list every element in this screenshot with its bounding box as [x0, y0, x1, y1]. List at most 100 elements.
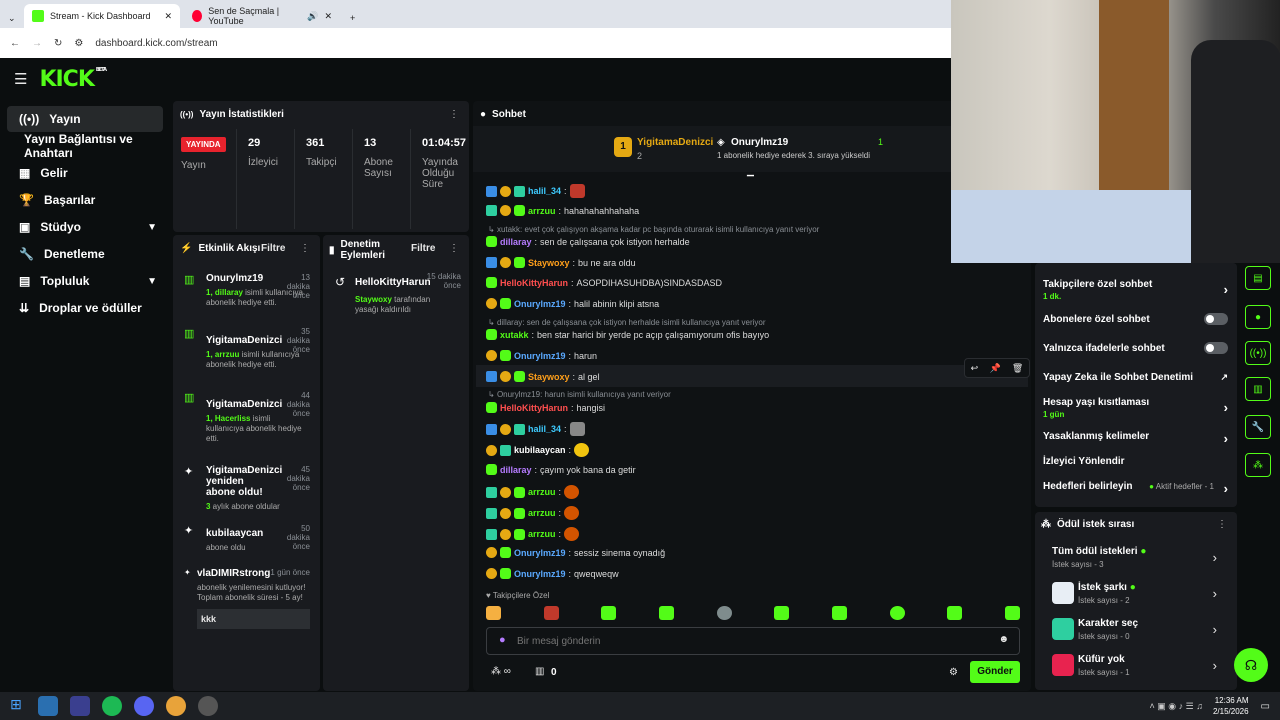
chat-message[interactable]: xutakk: ben star harici bir yerde pc açıp… [486, 329, 769, 340]
filter-button[interactable]: Filtre [261, 243, 285, 254]
layout-icon[interactable]: ▥ [1245, 377, 1271, 401]
emote-icon[interactable] [716, 606, 732, 620]
chat-message[interactable]: halil_34: [486, 184, 585, 198]
chat-message[interactable]: dillaray: sen de çalışsana çok istiyon he… [486, 236, 690, 247]
kick-logo[interactable]: KICK BETA [39, 67, 107, 92]
kebab-menu-icon[interactable]: ⋮ [300, 243, 310, 254]
setting-banned-words[interactable]: Yasaklanmış kelimeler › [1043, 431, 1228, 446]
sidebar-item-droplar[interactable]: ⇊ Droplar ve ödüller [7, 295, 163, 321]
chat-message[interactable]: HelloKittyHarun: hangisi [486, 402, 605, 413]
delete-icon[interactable]: 🗑 [1012, 363, 1023, 374]
emote-icon[interactable] [601, 606, 617, 620]
sidebar-item-studyo[interactable]: ▣ Stüdyo ▼ [7, 214, 163, 240]
chat-icon[interactable]: ● [1245, 305, 1271, 329]
speaker-icon[interactable]: 🔊 [307, 11, 318, 22]
sidebar-item-topluluk[interactable]: ▤ Topluluk ▼ [7, 268, 163, 294]
tab-kick-dashboard[interactable]: Stream - Kick Dashboard ✕ [24, 4, 180, 28]
chat-input[interactable] [517, 632, 987, 650]
back-icon[interactable]: ← [10, 38, 20, 49]
tab-search-button[interactable]: ⌄ [0, 6, 24, 30]
toggle-switch[interactable] [1204, 342, 1228, 354]
sidebar-item-gelir[interactable]: ▦ Gelir [7, 160, 163, 186]
discord-icon[interactable] [134, 696, 154, 716]
chat-message[interactable]: dillaray: çayım yok bana da getir [486, 464, 636, 475]
collapse-icon[interactable]: ▁ [747, 166, 754, 177]
reward-item-all[interactable]: Tüm ödül istekleri ● İstek sayısı - 3 › [1052, 546, 1217, 569]
chat-message[interactable]: arrzuu: hahahahahhahaha [486, 205, 639, 216]
kebab-menu-icon[interactable]: ⋮ [1217, 519, 1227, 530]
toggle-switch[interactable] [1204, 313, 1228, 325]
settings-icon[interactable]: ⚙ [949, 667, 958, 678]
kebab-menu-icon[interactable]: ⋮ [449, 109, 459, 120]
setting-account-age[interactable]: Hesap yaşı kısıtlaması 1 gün › [1043, 397, 1228, 419]
chat-message[interactable]: arrzuu: [486, 485, 580, 499]
windows-start-icon[interactable]: ⊞ [6, 696, 26, 716]
filter-button[interactable]: Filtre [411, 243, 435, 254]
chat-message[interactable]: Onurylmz19: sessiz sinema oynadığ [486, 547, 665, 558]
chat-message[interactable]: Onurylmz19: harun [486, 350, 597, 361]
system-tray-icons[interactable]: ˄ ▣ ◉ ♪ ☰ ♫ [1150, 701, 1203, 712]
reply-icon[interactable]: ↩ [971, 363, 979, 374]
chat-message[interactable]: Onurylmz19: qweqweqw [486, 568, 619, 579]
emote-icon[interactable] [658, 606, 674, 620]
sidebar-item-denetleme[interactable]: 🔧 Denetleme [7, 241, 163, 267]
setting-follower-only[interactable]: Takipçilere özel sohbet 1 dk. › [1043, 279, 1228, 301]
setting-ai-moderation[interactable]: Yapay Zeka ile Sohbet Denetimi ↗ [1043, 372, 1228, 383]
setting-sub-only[interactable]: Abonelere özel sohbet [1043, 313, 1228, 325]
chevron-right-icon: › [1212, 658, 1217, 673]
reward-item-song[interactable]: İstek şarkı ● İstek sayısı - 2 › [1052, 582, 1217, 605]
emoji-icon[interactable]: ☻ [998, 634, 1009, 645]
sidebar-item-basarilar[interactable]: 🏆 Başarılar [7, 187, 163, 213]
chat-message[interactable]: Onurylmz19: halil abinin klipi atsna [486, 298, 659, 309]
emote-icon[interactable] [1004, 606, 1020, 620]
emote-icon[interactable] [889, 606, 905, 620]
microphone-icon[interactable]: ● [499, 634, 506, 646]
reward-icon[interactable]: ⁂ [1245, 453, 1271, 477]
support-icon[interactable]: ☊ [1234, 648, 1268, 682]
sidebar-item-yayin[interactable]: ((•)) Yayın [7, 106, 163, 132]
gift-icon[interactable]: ▥ [535, 666, 544, 677]
wrench-icon[interactable]: 🔧 [1245, 415, 1271, 439]
clock[interactable]: 12:36 AM 2/15/2026 [1213, 695, 1249, 717]
close-icon[interactable]: ✕ [164, 11, 172, 22]
pin-icon[interactable]: 📌 [989, 363, 1000, 374]
emote-icon[interactable] [486, 606, 501, 620]
reload-icon[interactable]: ↻ [54, 38, 62, 49]
forward-icon[interactable]: → [32, 38, 42, 49]
emote-icon[interactable] [831, 606, 847, 620]
emote-icon[interactable] [947, 606, 963, 620]
setting-goals[interactable]: Hedefleri belirleyin ● Aktif hedefler - 1… [1043, 481, 1228, 496]
site-info-icon[interactable]: ⚙ [74, 38, 83, 49]
reward-item-character[interactable]: Karakter seç İstek sayısı - 0 › [1052, 618, 1217, 641]
url-field[interactable]: dashboard.kick.com/stream [95, 38, 217, 49]
chat-message[interactable]: HelloKittyHarun: ASOPDIHASUHDBA)SINDASDAS… [486, 277, 722, 288]
spotify-icon[interactable] [102, 696, 122, 716]
obs-icon[interactable] [198, 696, 218, 716]
send-button[interactable]: Gönder [970, 661, 1020, 683]
chat-message[interactable]: Staywoxy: bu ne ara oldu [486, 257, 636, 268]
message-actions: ↩ 📌 🗑 [964, 358, 1030, 378]
setting-redirect-viewers[interactable]: İzleyici Yönlendir [1043, 456, 1228, 467]
menu-icon[interactable]: ☰ [14, 70, 27, 88]
tab-youtube[interactable]: Sen de Saçmala | YouTube 🔊 ✕ [184, 4, 340, 28]
close-icon[interactable]: ✕ [324, 11, 332, 22]
notes-icon[interactable]: ▤ [1245, 266, 1271, 290]
kebab-menu-icon[interactable]: ⋮ [449, 243, 459, 254]
notification-icon[interactable]: ▭ [1261, 701, 1270, 712]
chat-message[interactable]: arrzuu: [486, 527, 580, 541]
emote-icon[interactable] [543, 606, 559, 620]
emote-icon[interactable] [774, 606, 790, 620]
chat-message[interactable]: kubilaaycan: [486, 443, 590, 457]
chat-message[interactable]: halil_34: [486, 422, 585, 436]
app-icon[interactable] [70, 696, 90, 716]
chat-message[interactable]: Staywoxy: al gel [486, 371, 600, 382]
sidebar-item-stream-key[interactable]: Yayın Bağlantısı ve Anahtarı [7, 132, 163, 160]
reward-item-no-swear[interactable]: Küfür yok İstek sayısı - 1 › [1052, 654, 1217, 677]
chrome-icon[interactable] [166, 696, 186, 716]
channel-points-icon[interactable]: ⁂ ∞ [491, 666, 511, 677]
new-tab-button[interactable]: + [342, 6, 363, 30]
setting-emote-only[interactable]: Yalnızca ifadelerle sohbet [1043, 342, 1228, 354]
chat-message[interactable]: arrzuu: [486, 506, 580, 520]
app-icon[interactable] [38, 696, 58, 716]
broadcast-icon[interactable]: ((•)) [1245, 341, 1271, 365]
